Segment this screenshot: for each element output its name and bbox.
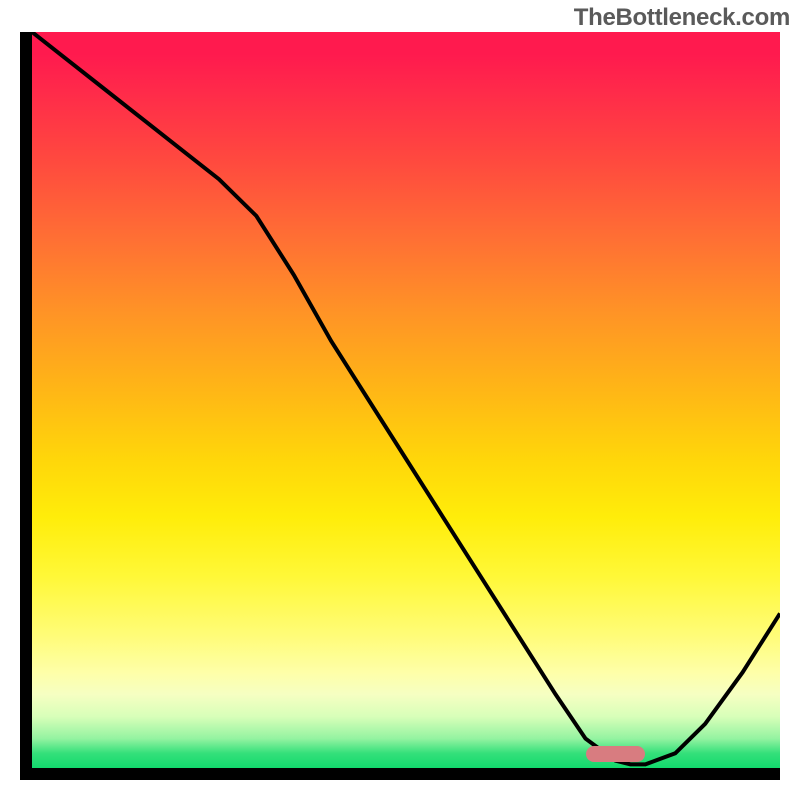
curve-svg bbox=[32, 32, 780, 768]
optimal-marker bbox=[586, 746, 646, 762]
chart-container: TheBottleneck.com bbox=[0, 0, 800, 800]
watermark-text: TheBottleneck.com bbox=[574, 4, 790, 32]
plot-frame bbox=[20, 32, 780, 780]
bottleneck-curve bbox=[32, 32, 780, 764]
